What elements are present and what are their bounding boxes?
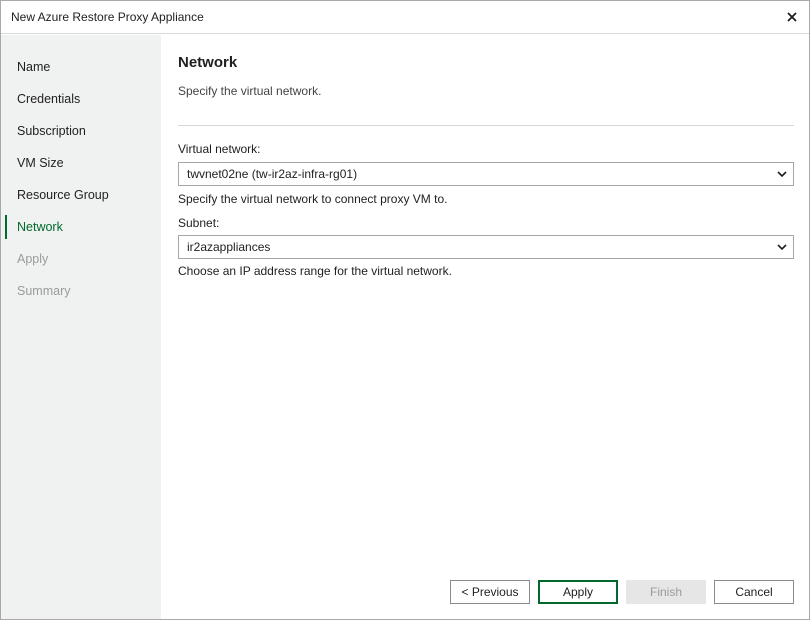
subnet-hint: Choose an IP address range for the virtu… (178, 264, 452, 278)
window-title: New Azure Restore Proxy Appliance (11, 10, 204, 24)
virtual-network-dropdown[interactable]: twvnet02ne (tw-ir2az-infra-rg01) (178, 162, 794, 186)
step-resource-group[interactable]: Resource Group (1, 183, 161, 207)
page-title: Network (178, 54, 238, 71)
close-button[interactable] (781, 6, 803, 28)
subnet-value: ir2azappliances (187, 240, 271, 254)
subnet-dropdown[interactable]: ir2azappliances (178, 235, 794, 259)
header-divider (178, 125, 794, 126)
step-apply: Apply (17, 252, 49, 266)
step-subscription[interactable]: Subscription (1, 119, 161, 143)
step-credentials[interactable]: Credentials (1, 87, 161, 111)
cancel-button[interactable]: Cancel (714, 580, 794, 604)
virtual-network-label: Virtual network: (178, 142, 261, 156)
wizard-window: New Azure Restore Proxy Appliance Name C… (0, 0, 810, 620)
close-icon (787, 12, 797, 22)
chevron-down-icon (777, 171, 787, 178)
main-content: Network Specify the virtual network. Vir… (162, 35, 809, 619)
title-bar: New Azure Restore Proxy Appliance (1, 1, 809, 34)
step-name[interactable]: Name (1, 55, 161, 79)
step-summary: Summary (17, 284, 71, 298)
subnet-label: Subnet: (178, 216, 220, 230)
step-vm-size[interactable]: VM Size (1, 151, 161, 175)
page-subtitle: Specify the virtual network. (178, 84, 322, 98)
virtual-network-hint: Specify the virtual network to connect p… (178, 192, 448, 206)
apply-button[interactable]: Apply (538, 580, 618, 604)
chevron-down-icon (777, 244, 787, 251)
previous-button[interactable]: < Previous (450, 580, 530, 604)
finish-button: Finish (626, 580, 706, 604)
wizard-steps-sidebar: Name Credentials Subscription VM Size Re… (1, 35, 161, 619)
step-network[interactable]: Network (1, 215, 161, 239)
virtual-network-value: twvnet02ne (tw-ir2az-infra-rg01) (187, 167, 358, 181)
